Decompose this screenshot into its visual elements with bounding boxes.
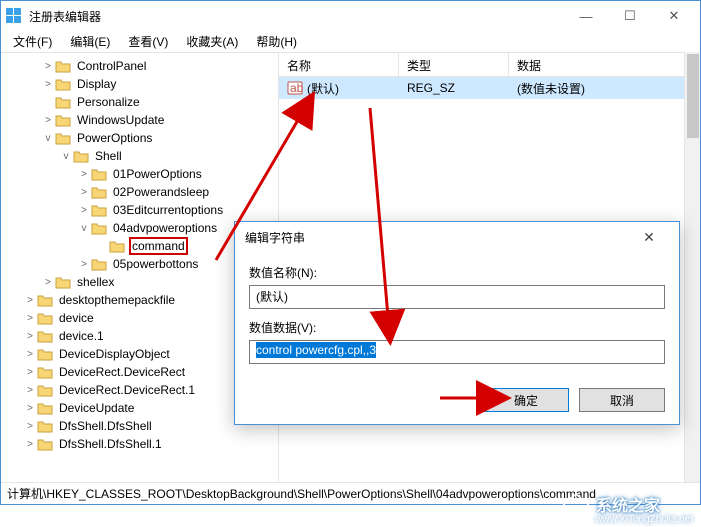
dialog-close-button[interactable]: ✕ bbox=[629, 223, 669, 251]
tree-item[interactable]: >Display bbox=[41, 75, 278, 93]
value-type: REG_SZ bbox=[399, 79, 509, 97]
string-value-icon: ab bbox=[287, 80, 303, 96]
expand-icon[interactable]: > bbox=[41, 59, 55, 73]
expand-icon[interactable]: > bbox=[23, 437, 37, 451]
tree-item-shell[interactable]: vShell bbox=[59, 147, 278, 165]
menu-edit[interactable]: 编辑(E) bbox=[62, 31, 118, 52]
expand-icon[interactable]: > bbox=[41, 275, 55, 289]
titlebar: 注册表编辑器 — ☐ ✕ bbox=[1, 1, 700, 31]
value-data-label: 数值数据(V): bbox=[249, 319, 665, 336]
menu-view[interactable]: 查看(V) bbox=[120, 31, 176, 52]
edit-string-dialog: 编辑字符串 ✕ 数值名称(N): (默认) 数值数据(V): control p… bbox=[234, 221, 680, 425]
tree-item[interactable]: >03Editcurrentoptions bbox=[77, 201, 278, 219]
maximize-button[interactable]: ☐ bbox=[608, 2, 652, 30]
value-name: (默认) bbox=[307, 80, 339, 97]
tree-item[interactable]: >DfsShell.DfsShell.1 bbox=[23, 435, 278, 453]
expand-icon[interactable]: > bbox=[23, 293, 37, 307]
dialog-title: 编辑字符串 bbox=[245, 229, 629, 246]
cancel-button[interactable]: 取消 bbox=[579, 388, 665, 412]
col-data[interactable]: 数据 bbox=[509, 53, 700, 76]
expand-icon[interactable]: > bbox=[23, 419, 37, 433]
scrollbar-thumb[interactable] bbox=[687, 54, 699, 138]
expand-icon[interactable]: > bbox=[23, 401, 37, 415]
expand-icon[interactable]: > bbox=[41, 113, 55, 127]
menubar: 文件(F) 编辑(E) 查看(V) 收藏夹(A) 帮助(H) bbox=[1, 31, 700, 53]
value-data-input[interactable]: control powercfg.cpl,,3 bbox=[249, 340, 665, 364]
tree-item[interactable]: >01PowerOptions bbox=[77, 165, 278, 183]
regedit-icon bbox=[5, 7, 23, 25]
minimize-button[interactable]: — bbox=[564, 2, 608, 30]
expand-icon[interactable]: > bbox=[77, 167, 91, 181]
vertical-scrollbar[interactable] bbox=[684, 52, 700, 482]
col-name[interactable]: 名称 bbox=[279, 53, 399, 76]
collapse-icon[interactable]: v bbox=[41, 131, 55, 145]
tree-item[interactable]: >02Powerandsleep bbox=[77, 183, 278, 201]
svg-text:ab: ab bbox=[290, 81, 303, 95]
expand-icon[interactable]: > bbox=[23, 329, 37, 343]
col-type[interactable]: 类型 bbox=[399, 53, 509, 76]
expand-icon[interactable]: > bbox=[23, 383, 37, 397]
tree-label-command[interactable]: command bbox=[129, 237, 188, 255]
tree-item[interactable]: Personalize bbox=[41, 93, 278, 111]
list-header: 名称 类型 数据 bbox=[279, 53, 700, 77]
value-row-default[interactable]: ab (默认) REG_SZ (数值未设置) bbox=[279, 77, 700, 99]
tree-item-poweroptions[interactable]: vPowerOptions bbox=[41, 129, 278, 147]
expand-icon[interactable] bbox=[41, 95, 55, 109]
window-title: 注册表编辑器 bbox=[29, 8, 564, 25]
ok-button[interactable]: 确定 bbox=[483, 388, 569, 412]
value-name-input[interactable]: (默认) bbox=[249, 285, 665, 309]
close-button[interactable]: ✕ bbox=[652, 2, 696, 30]
expand-icon[interactable]: > bbox=[23, 311, 37, 325]
expand-icon[interactable]: > bbox=[23, 347, 37, 361]
value-data: (数值未设置) bbox=[509, 78, 700, 99]
expand-icon[interactable]: > bbox=[41, 77, 55, 91]
tree-item[interactable]: >ControlPanel bbox=[41, 57, 278, 75]
expand-icon[interactable]: > bbox=[77, 257, 91, 271]
menu-help[interactable]: 帮助(H) bbox=[248, 31, 305, 52]
expand-icon[interactable]: > bbox=[77, 203, 91, 217]
house-icon bbox=[562, 492, 590, 516]
watermark: 系统之家 www.XiTongZhiJia.net bbox=[521, 481, 701, 527]
tree-item[interactable]: >WindowsUpdate bbox=[41, 111, 278, 129]
expand-icon[interactable]: > bbox=[23, 365, 37, 379]
collapse-icon[interactable]: v bbox=[77, 221, 91, 235]
collapse-icon[interactable]: v bbox=[59, 149, 73, 163]
expand-icon[interactable]: > bbox=[77, 185, 91, 199]
value-name-label: 数值名称(N): bbox=[249, 264, 665, 281]
menu-file[interactable]: 文件(F) bbox=[5, 31, 60, 52]
dialog-titlebar: 编辑字符串 ✕ bbox=[235, 222, 679, 252]
menu-favorites[interactable]: 收藏夹(A) bbox=[178, 31, 246, 52]
